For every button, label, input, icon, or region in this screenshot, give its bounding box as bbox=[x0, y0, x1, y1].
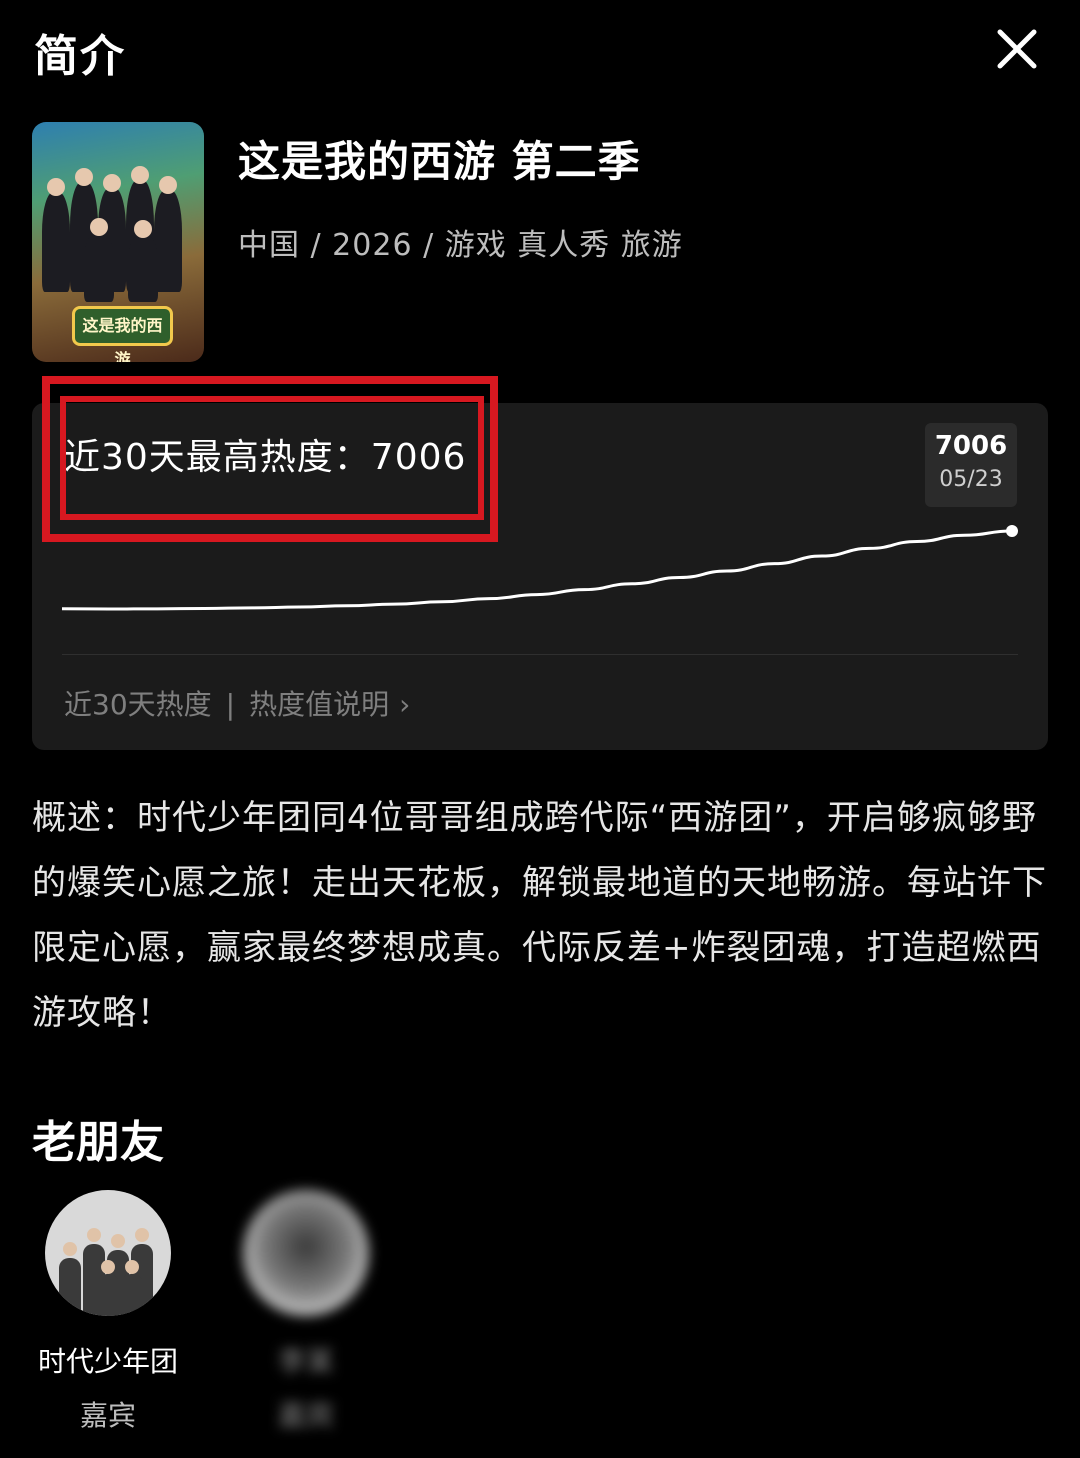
poster-logo: 这是我的西游 bbox=[72, 306, 173, 362]
chevron-right-icon: › bbox=[399, 688, 411, 721]
heat-last-point bbox=[1006, 525, 1018, 537]
summary-text: 概述：时代少年团同4位哥哥组成跨代际“西游团”，开启够疯够野的爆笑心愿之旅！走出… bbox=[32, 798, 1047, 1033]
heat-footer-label: 近30天热度 bbox=[64, 688, 212, 721]
divider bbox=[62, 654, 1018, 655]
red-highlight-annotation bbox=[42, 376, 498, 542]
friend-role: 嘉宾 bbox=[277, 1399, 334, 1432]
avatar bbox=[45, 1190, 171, 1316]
avatar bbox=[243, 1190, 369, 1316]
friend-name: 李某 bbox=[277, 1345, 334, 1378]
page-title: 简介 bbox=[34, 31, 126, 82]
show-poster[interactable]: 这是我的西游 bbox=[32, 122, 204, 362]
friend-role: 嘉宾 bbox=[79, 1399, 136, 1432]
close-icon[interactable] bbox=[994, 26, 1040, 72]
heat-series-line bbox=[61, 529, 1013, 611]
heat-explain-text: 热度值说明 bbox=[249, 688, 390, 721]
show-meta: 中国 / 2026 / 游戏 真人秀 旅游 bbox=[238, 228, 683, 263]
friend-name: 时代少年团 bbox=[37, 1345, 178, 1378]
friend-item[interactable]: 时代少年团 嘉宾 bbox=[8, 1190, 208, 1434]
show-title: 这是我的西游 第二季 bbox=[238, 137, 641, 186]
friends-section-title: 老朋友 bbox=[32, 1117, 164, 1168]
heat-explain-link[interactable]: 近30天热度 | 热度值说明 › bbox=[64, 683, 410, 723]
footer-separator: | bbox=[225, 688, 236, 721]
friend-item[interactable]: 李某 嘉宾 bbox=[206, 1190, 406, 1434]
